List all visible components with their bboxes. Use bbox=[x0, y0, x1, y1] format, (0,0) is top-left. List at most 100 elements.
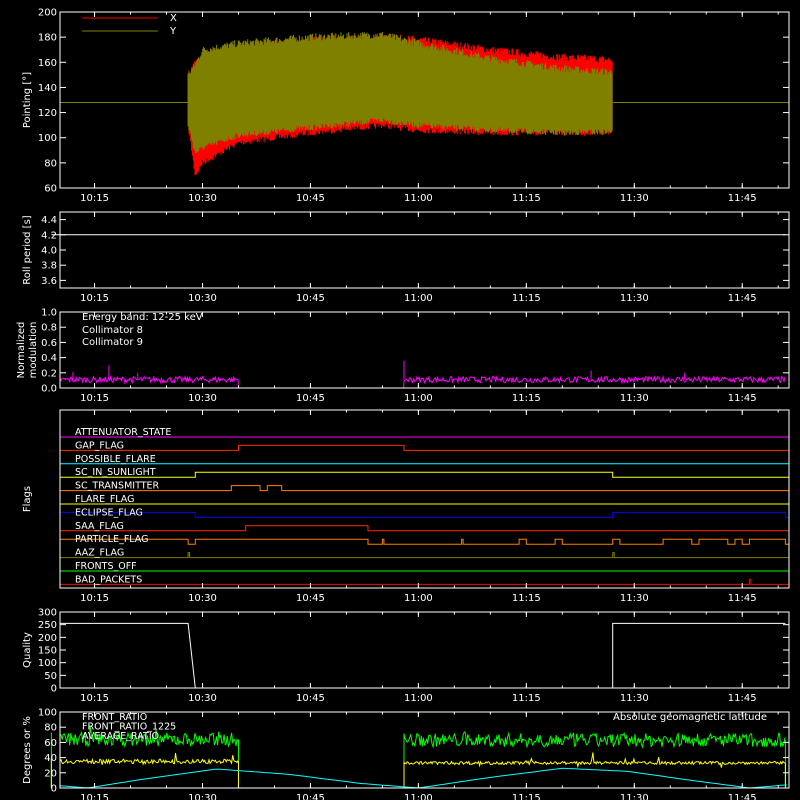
y-tick-label: 80 bbox=[44, 723, 57, 734]
x-tick-label: 10:30 bbox=[188, 393, 217, 404]
y-tick-label: 4.2 bbox=[41, 230, 57, 241]
flag-row-sc-transmitter: SC_TRANSMITTER bbox=[60, 481, 789, 492]
series-absolute-geomagnetic-latitude bbox=[59, 767, 787, 789]
x-tick-label: 11:30 bbox=[620, 393, 649, 404]
flag-row-sc-in-sunlight: SC_IN_SUNLIGHT bbox=[60, 467, 789, 478]
y-axis-label: modulation bbox=[28, 322, 39, 379]
x-tick-label: 11:15 bbox=[512, 293, 541, 304]
y-tick-label: 140 bbox=[38, 83, 57, 94]
x-tick-label: 11:15 bbox=[512, 193, 541, 204]
flag-trace-sc-in-sunlight bbox=[60, 471, 789, 478]
y-tick-label: 0.6 bbox=[41, 338, 57, 349]
flag-row-aaz-flag: AAZ_FLAG bbox=[60, 548, 789, 559]
x-tick-label: 11:30 bbox=[620, 693, 649, 704]
x-tick-label: 11:45 bbox=[728, 593, 757, 604]
flag-label-sc-in-sunlight: SC_IN_SUNLIGHT bbox=[75, 467, 156, 478]
flag-row-attenuator-state: ATTENUATOR_STATE bbox=[60, 427, 789, 438]
flag-trace-gap-flag bbox=[60, 444, 789, 451]
x-tick-label: 11:30 bbox=[620, 293, 649, 304]
flag-trace-saa-flag bbox=[60, 525, 789, 532]
flag-row-possible-flare: POSSIBLE_FLARE bbox=[60, 454, 789, 465]
x-tick-label: 11:00 bbox=[404, 193, 433, 204]
y-tick-label: 50 bbox=[44, 671, 57, 682]
x-tick-label: 10:15 bbox=[80, 793, 109, 800]
flag-row-fronts-off: FRONTS_OFF bbox=[60, 561, 789, 572]
y-tick-label: 200 bbox=[38, 8, 57, 19]
y-tick-label: 100 bbox=[38, 658, 57, 669]
x-tick-label: 11:00 bbox=[404, 593, 433, 604]
legend-label-collimator-9: Collimator 9 bbox=[82, 337, 143, 348]
x-tick-label: 10:45 bbox=[296, 593, 325, 604]
y-tick-label: 40 bbox=[44, 753, 57, 764]
y-tick-label: 0.2 bbox=[41, 368, 57, 379]
y-tick-label: 0.8 bbox=[41, 323, 57, 334]
y-tick-label: 100 bbox=[38, 708, 57, 719]
series-front-ratio-1225 bbox=[403, 730, 786, 749]
x-tick-label: 10:45 bbox=[296, 393, 325, 404]
x-tick-label: 10:45 bbox=[296, 793, 325, 800]
flag-trace-eclipse-flag bbox=[59, 511, 789, 518]
x-tick-label: 10:45 bbox=[296, 693, 325, 704]
y-tick-label: 0 bbox=[51, 684, 57, 695]
y-tick-label: 150 bbox=[38, 646, 57, 657]
x-tick-label: 10:30 bbox=[188, 193, 217, 204]
x-tick-label: 10:15 bbox=[80, 693, 109, 704]
x-tick-label: 11:45 bbox=[728, 293, 757, 304]
x-tick-label: 10:15 bbox=[80, 293, 109, 304]
flag-label-aaz-flag: AAZ_FLAG bbox=[75, 548, 124, 559]
x-tick-label: 11:45 bbox=[728, 793, 757, 800]
flag-trace-bad-packets bbox=[60, 578, 789, 585]
y-tick-label: 3.8 bbox=[41, 261, 57, 272]
x-tick-label: 11:30 bbox=[620, 193, 649, 204]
flag-row-flare-flag: FLARE_FLAG bbox=[60, 494, 789, 505]
y-tick-label: 60 bbox=[44, 738, 57, 749]
panel-1-frame bbox=[59, 211, 790, 289]
flag-label-possible-flare: POSSIBLE_FLARE bbox=[75, 454, 156, 465]
flag-trace-aaz-flag bbox=[60, 552, 789, 559]
y-axis-label: Quality bbox=[22, 632, 33, 668]
legend-label-absolute-geomagnetic-latitude: Absolute geomagnetic latitude bbox=[613, 712, 767, 723]
legend-title: Energy band: 12-25 keV bbox=[82, 312, 203, 323]
x-tick-label: 11:15 bbox=[512, 393, 541, 404]
flag-label-gap-flag: GAP_FLAG bbox=[75, 440, 124, 451]
flag-label-sc-transmitter: SC_TRANSMITTER bbox=[75, 481, 160, 492]
x-tick-label: 10:15 bbox=[80, 593, 109, 604]
x-tick-label: 11:15 bbox=[512, 593, 541, 604]
legend-label-y: Y bbox=[169, 26, 177, 37]
flag-label-bad-packets: BAD_PACKETS bbox=[75, 574, 142, 585]
x-tick-label: 10:30 bbox=[188, 793, 217, 800]
y-tick-label: 20 bbox=[44, 768, 57, 779]
x-tick-label: 10:30 bbox=[188, 293, 217, 304]
x-tick-label: 10:15 bbox=[80, 193, 109, 204]
y-tick-label: 0 bbox=[51, 784, 57, 795]
flag-label-eclipse-flag: ECLIPSE_FLAG bbox=[75, 507, 143, 518]
flag-row-gap-flag: GAP_FLAG bbox=[60, 440, 789, 451]
y-tick-label: 60 bbox=[44, 184, 57, 195]
x-tick-label: 11:15 bbox=[512, 693, 541, 704]
y-tick-label: 0.4 bbox=[41, 353, 57, 364]
y-tick-label: 120 bbox=[38, 108, 57, 119]
y-tick-label: 200 bbox=[38, 633, 57, 644]
flag-row-saa-flag: SAA_FLAG bbox=[60, 521, 789, 532]
y-tick-label: 300 bbox=[38, 608, 57, 619]
y-tick-label: 160 bbox=[38, 58, 57, 69]
x-tick-label: 11:00 bbox=[404, 393, 433, 404]
series-collimator-9 bbox=[59, 374, 786, 389]
y-tick-label: 80 bbox=[44, 158, 57, 169]
legend-label-x: X bbox=[170, 13, 177, 24]
y-axis-label: Normalized bbox=[16, 322, 27, 379]
series-y bbox=[60, 31, 789, 153]
flag-row-eclipse-flag: ECLIPSE_FLAG bbox=[59, 507, 789, 518]
flag-row-particle-flag: PARTICLE_FLAG bbox=[59, 534, 789, 545]
y-tick-label: 4.4 bbox=[41, 215, 57, 226]
x-tick-label: 10:45 bbox=[296, 293, 325, 304]
flag-label-particle-flag: PARTICLE_FLAG bbox=[75, 534, 148, 545]
y-axis-label: Flags bbox=[22, 486, 33, 512]
chart-canvas: XY608010012014016018020010:15 10:30 10:45 1… bbox=[16, 8, 790, 800]
y-tick-label: 0.0 bbox=[41, 384, 57, 395]
legend-label-average-ratio: AVERAGE_RATIO bbox=[82, 731, 159, 742]
x-tick-label: 10:45 bbox=[296, 193, 325, 204]
x-tick-label: 11:45 bbox=[728, 393, 757, 404]
x-tick-label: 11:00 bbox=[404, 693, 433, 704]
flag-row-bad-packets: BAD_PACKETS bbox=[60, 574, 789, 585]
